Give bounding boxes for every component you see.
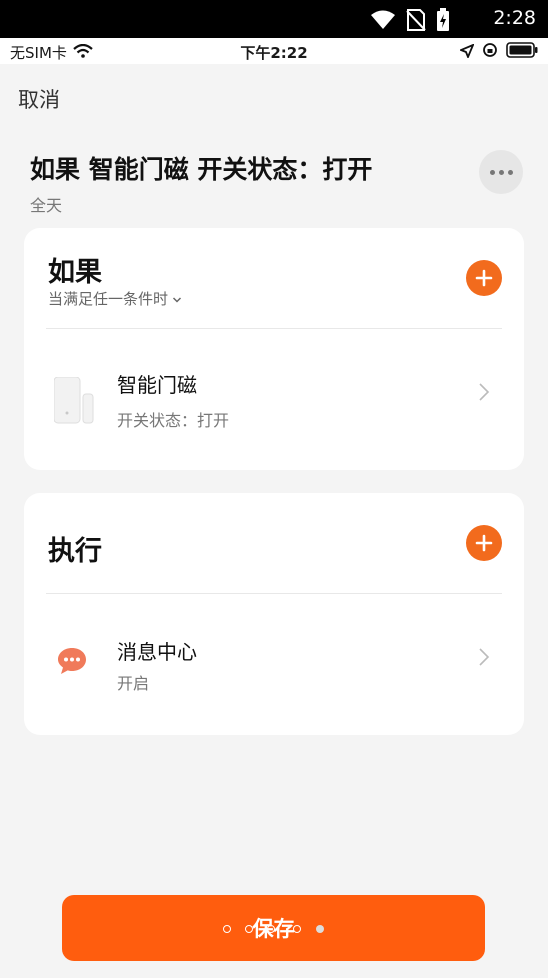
condition-mode-selector[interactable]: 当满足任一条件时 xyxy=(48,288,182,309)
header: 取消 xyxy=(0,64,548,134)
android-clock: 2:28 xyxy=(493,7,536,29)
page-indicator xyxy=(0,924,548,934)
page-dot xyxy=(223,925,231,933)
ios-status-bar: 无SIM卡 下午2:22 xyxy=(0,38,548,64)
condition-device-state: 开关状态：打开 xyxy=(117,411,230,430)
page-dot-active xyxy=(316,925,324,933)
door-sensor-icon xyxy=(53,376,96,429)
page-dot xyxy=(245,925,253,933)
condition-mode-label: 当满足任一条件时 xyxy=(48,290,169,308)
no-sim-icon xyxy=(406,9,426,35)
scene-title: 如果 智能门磁 开关状态：打开 xyxy=(30,155,373,184)
if-card: 如果 当满足任一条件时 智能门磁 开关状态：打开 xyxy=(24,228,524,470)
chevron-right-icon xyxy=(478,647,490,671)
action-row-message-center[interactable]: 消息中心 开启 xyxy=(24,594,524,735)
add-condition-button[interactable] xyxy=(466,260,502,296)
message-bubble-icon xyxy=(57,646,87,680)
plus-icon xyxy=(475,269,493,287)
android-status-bar: 2:28 xyxy=(0,0,548,38)
location-icon xyxy=(458,42,475,62)
scene-schedule: 全天 xyxy=(30,196,63,215)
more-dot xyxy=(498,169,504,175)
if-section-title: 如果 xyxy=(48,257,102,288)
chevron-down-icon xyxy=(172,290,182,308)
wifi-icon xyxy=(370,10,396,34)
page-dot xyxy=(293,925,301,933)
chevron-right-icon xyxy=(478,382,490,406)
ios-status-icons xyxy=(458,42,538,62)
page-dot xyxy=(267,925,275,933)
more-options-button[interactable] xyxy=(479,150,523,194)
action-target-name: 消息中心 xyxy=(117,640,197,664)
condition-row-door-sensor[interactable]: 智能门磁 开关状态：打开 xyxy=(24,329,524,470)
then-card: 执行 消息中心 开启 xyxy=(24,493,524,735)
more-dot xyxy=(489,169,495,175)
condition-device-name: 智能门磁 xyxy=(117,373,197,397)
add-action-button[interactable] xyxy=(466,525,502,561)
battery-charging-icon xyxy=(436,8,450,36)
action-target-state: 开启 xyxy=(117,674,150,693)
more-dot xyxy=(507,169,513,175)
rotation-lock-icon xyxy=(482,42,498,62)
then-section-title: 执行 xyxy=(48,536,102,567)
cancel-button[interactable]: 取消 xyxy=(18,84,60,114)
battery-icon xyxy=(506,42,538,62)
plus-icon xyxy=(475,534,493,552)
